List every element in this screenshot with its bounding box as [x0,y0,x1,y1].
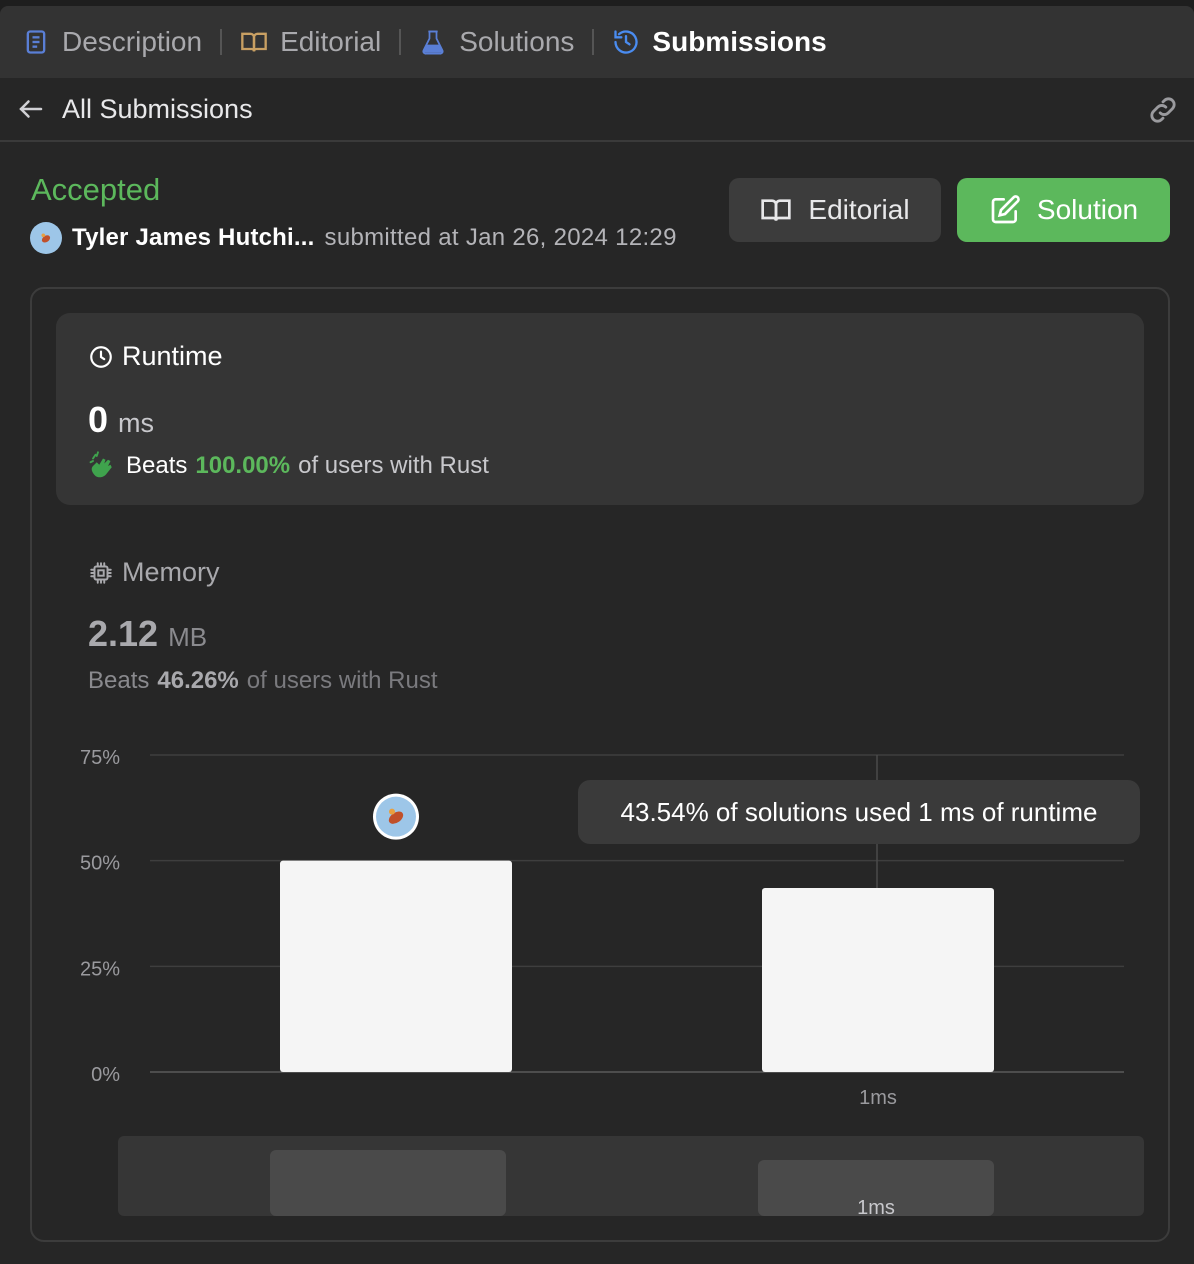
performance-panel: Runtime 0 ms Beats 100.00% of users with… [30,287,1170,1242]
memory-heading-label: Memory [122,557,220,587]
editorial-button[interactable]: Editorial [729,178,941,242]
submitter-info: Tyler James Hutchi... submitted at Jan 2… [30,222,677,254]
tab-divider [220,29,223,55]
runtime-unit: ms [118,408,155,438]
runtime-card[interactable]: Runtime 0 ms Beats 100.00% of users with… [56,313,1144,505]
runtime-number: 0 [88,399,109,440]
chip-icon [90,561,112,584]
editorial-button-label: Editorial [808,194,910,225]
runtime-value: 0 ms [88,399,154,441]
solution-button-label: Solution [1036,194,1139,225]
memory-beats-percent: 46.26% [157,667,239,694]
x-tick-label: 1ms [859,1087,897,1109]
chart-tooltip: 43.54% of solutions used 1 ms of runtime [578,780,1140,844]
submission-detail: Accepted Tyler James Hutchi... submitted… [0,142,1194,1264]
memory-value: 2.12 MB [88,613,207,655]
all-submissions-link[interactable]: All Submissions [62,94,253,125]
tab-label: Solutions [459,26,575,57]
y-tick-label: 25% [80,958,120,980]
submission-header: All Submissions [0,78,1194,142]
minimap-bar [270,1150,506,1216]
minimap-label: 1ms [857,1197,895,1219]
tab-submissions[interactable]: Submissions [612,6,827,78]
memory-number: 2.12 [88,613,159,654]
beats-suffix: of users with Rust [298,452,489,479]
memory-heading[interactable]: Memory [88,557,220,588]
avatar[interactable] [30,222,62,254]
y-tick-label: 0% [91,1064,120,1086]
runtime-beats: Beats 100.00% of users with Rust [88,451,489,481]
submitted-timestamp: submitted at Jan 26, 2024 12:29 [324,224,677,251]
runtime-heading: Runtime [88,341,223,372]
y-tick-label: 50% [80,853,120,875]
tab-label: Submissions [652,26,827,57]
username[interactable]: Tyler James Hutchi... [72,224,315,252]
book-icon [241,32,267,52]
chart-minimap[interactable]: 1ms [118,1136,1144,1219]
clock-icon [90,345,112,368]
solution-button[interactable]: Solution [957,178,1170,242]
memory-beats: Beats 46.26% of users with Rust [88,667,438,695]
back-arrow-icon[interactable] [16,94,46,124]
clapping-hands-icon [89,451,112,478]
bar [280,860,512,1072]
memory-unit: MB [168,622,208,652]
link-icon[interactable] [1146,93,1180,127]
book-icon [761,199,792,221]
avatar-image-detail [389,808,395,815]
runtime-beats-percent: 100.00% [195,452,291,479]
problem-tabs-bar: Description Editorial Solutions Submissi… [0,6,1194,78]
y-tick-label: 75% [80,747,120,769]
tab-solutions[interactable]: Solutions [419,6,574,78]
history-icon [614,30,639,54]
tab-description[interactable]: Description [22,6,202,78]
beats-label: Beats [126,452,188,479]
beats-label: Beats [88,667,150,694]
tab-label: Editorial [280,26,382,57]
x-axis-labels: 1ms [859,1087,897,1109]
tab-label: Description [62,26,203,57]
beats-suffix: of users with Rust [246,667,438,694]
tab-divider [399,29,402,55]
tab-editorial[interactable]: Editorial [240,6,381,78]
description-icon [26,30,46,54]
user-submission-marker[interactable] [373,793,419,840]
status-label: Accepted [31,172,161,207]
runtime-heading-label: Runtime [122,341,223,371]
edit-icon [991,195,1020,224]
tab-divider [592,29,595,55]
flask-icon [422,30,444,55]
avatar-image [41,233,51,243]
bar [762,887,994,1072]
